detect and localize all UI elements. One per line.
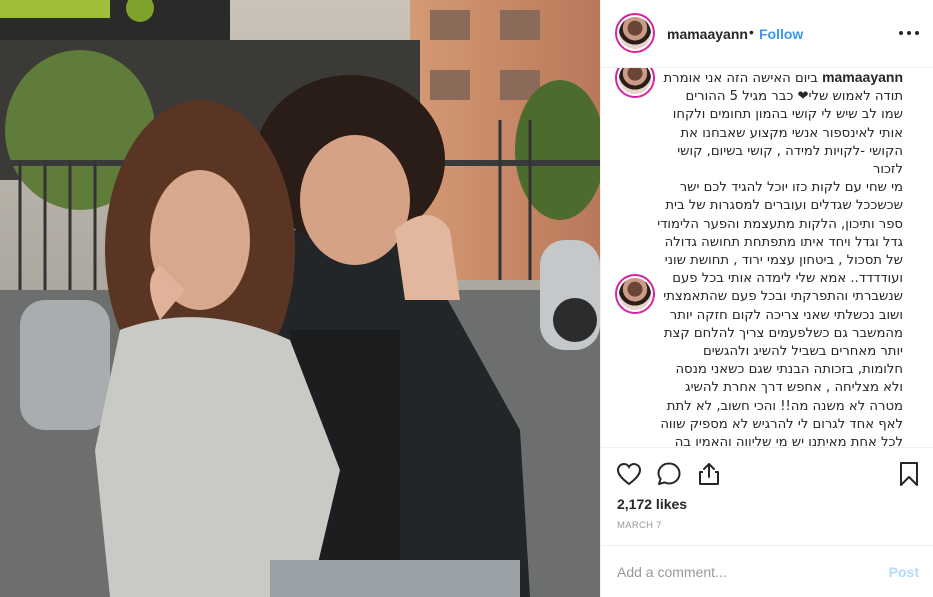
- caption-line: לאף אחד לגרום לי להרגיש לא מספיק שווה: [660, 416, 903, 432]
- caption-avatar[interactable]: [615, 68, 655, 98]
- post-date[interactable]: MARCH 7: [617, 520, 662, 531]
- caption-line: מהמשבר גם כשלפעמים צריך להלחם קצת: [663, 325, 903, 341]
- comment-box: Post: [601, 545, 933, 597]
- caption-line: של תסכול , ביטחון עצמי ירוד , תחושת שוני: [664, 253, 903, 269]
- follow-button[interactable]: Follow: [759, 26, 803, 42]
- caption-line: שכשככל שגדלים ועוברים למסגרות של בית: [665, 198, 903, 214]
- share-icon[interactable]: [695, 460, 723, 488]
- caption-line: שמו לב שיש לי קושי בהמון תחומים ולקחו: [672, 107, 903, 123]
- post-actions: [601, 447, 933, 487]
- comment-input[interactable]: [617, 562, 857, 582]
- caption-line: ספר ותיכון, הלקות מתעצמת והפער הלימודי: [657, 216, 903, 232]
- caption-line: שנשברתי והתפרקתי ובכל פעם שהתאמצתי: [663, 289, 903, 305]
- caption-line: אותי לאינספור אנשי מקצוע שאבחנו את: [680, 125, 903, 141]
- caption-username[interactable]: mamaayann: [822, 69, 903, 85]
- caption-line: מטרה לא משנה מה!! והכי חשוב, לא לתת: [666, 398, 903, 414]
- bookmark-icon[interactable]: [895, 460, 923, 488]
- caption-avatar-secondary[interactable]: [615, 274, 655, 314]
- like-count[interactable]: 2,172 likes: [617, 496, 687, 512]
- caption-line: הקושי -לקויות למידה , קושי בשיום, קושי: [677, 143, 903, 159]
- caption-line: תודה לאמוש שלי❤ כבר מגיל 5 ההורים: [685, 89, 903, 105]
- caption-line: חלומות, בזכותה הבנתי שגם כשאני מנסה: [675, 362, 903, 378]
- caption-line: יותר מאחרים בשביל להשיג ולהגשים: [702, 344, 903, 360]
- header-username[interactable]: mamaayann: [667, 26, 748, 42]
- user-avatar[interactable]: [615, 13, 655, 53]
- caption-text: ביום האישה הזה אני אומרת: [663, 71, 818, 86]
- caption-line: mamaayann ביום האישה הזה אני אומרת: [663, 68, 903, 88]
- caption-line: לכל אחת מאיתנו יש מי שליווה והאמין בה: [674, 435, 903, 446]
- heart-icon[interactable]: [615, 460, 643, 488]
- post-photo[interactable]: [0, 0, 600, 597]
- post-comment-button[interactable]: Post: [889, 564, 919, 580]
- caption-line: ושוב נכשלתי שאני צריכה לקום חזקה יותר: [669, 307, 903, 323]
- caption-line: מי שחי עם לקות כזו יוכל להגיד לכם ישר: [679, 180, 903, 196]
- caption-line: ולא מצליחה , אחפש דרך אחרת להשיג: [685, 380, 903, 396]
- post-caption: mamaayann ביום האישה הזה אני אומרת תודה …: [657, 68, 903, 446]
- caption-line: ועודדדד.. אמא שלי לימדה אותי בכל פעם: [672, 271, 903, 287]
- post-detail-panel: mamaayann • Follow mamaayann ביום האישה …: [600, 0, 933, 597]
- caption-line: גדל וגדל ויחד איתו מתפתחת תחושה גדולה: [664, 234, 903, 250]
- post-header: mamaayann • Follow: [601, 0, 933, 68]
- comment-icon[interactable]: [655, 460, 683, 488]
- caption-line: לזכור: [872, 162, 903, 178]
- header-separator: •: [749, 24, 754, 40]
- post-photo-illustration: [0, 0, 600, 597]
- more-options-icon[interactable]: [897, 22, 921, 42]
- caption-scroll-area[interactable]: mamaayann ביום האישה הזה אני אומרת תודה …: [601, 68, 933, 446]
